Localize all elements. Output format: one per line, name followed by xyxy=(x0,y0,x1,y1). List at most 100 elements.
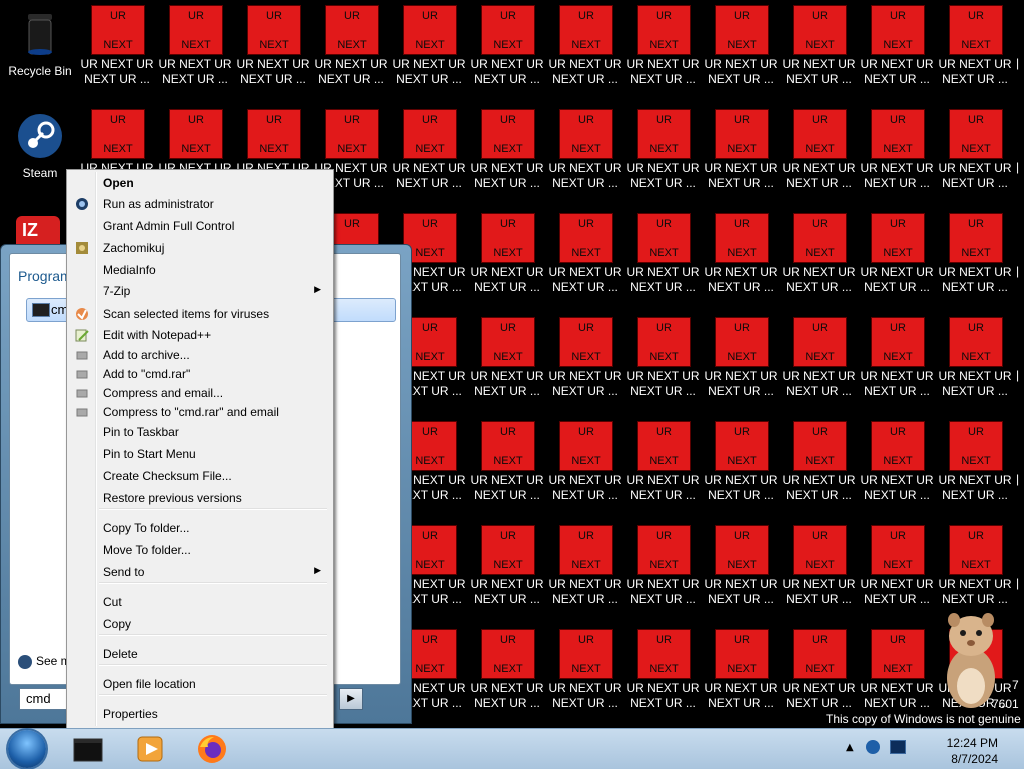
desktop-shortcut[interactable]: UR NEXT UR NEXT URNEXT UR ... xyxy=(79,0,155,104)
desktop-shortcut[interactable]: UR NEXT UR NEXT URNEXT UR ... xyxy=(625,104,701,208)
desktop-shortcut-label: UR NEXT URNEXT UR ... xyxy=(626,369,700,398)
menu-item-delete[interactable]: Delete xyxy=(69,644,331,664)
desktop-shortcut[interactable]: UR NEXT UR NEXT URNEXT UR ... xyxy=(859,104,935,208)
desktop-shortcut[interactable]: UR NEXT UR NEXT URNEXT UR ... xyxy=(469,416,545,520)
clock-time[interactable]: 12:24 PM xyxy=(947,736,998,750)
desktop-shortcut[interactable]: UR NEXT UR NEXT URNEXT UR ... xyxy=(547,416,623,520)
menu-item-copy-to-folder[interactable]: Copy To folder... xyxy=(69,518,331,538)
desktop-shortcut[interactable]: UR NEXT UR NEXT URNEXT UR ... xyxy=(703,0,779,104)
desktop-shortcut[interactable]: UR NEXT UR NEXT URNEXT UR ... xyxy=(781,0,857,104)
desktop-shortcut[interactable]: UR NEXT UR NEXT URNEXT UR ... xyxy=(235,0,311,104)
desktop-shortcut[interactable]: UR NEXT UR NEXT URNEXT UR ... xyxy=(625,208,701,312)
menu-item-pin-to-taskbar[interactable]: Pin to Taskbar xyxy=(69,422,331,442)
taskbar-media-player-button[interactable] xyxy=(134,733,166,765)
clock-date[interactable]: 8/7/2024 xyxy=(951,752,998,766)
ur-next-tile-icon: UR NEXT xyxy=(794,6,846,54)
desktop-shortcut[interactable]: UR NEXT UR NEXT URNEXT UR ... xyxy=(547,208,623,312)
menu-item-compress-and-email[interactable]: Compress and email... xyxy=(69,383,331,403)
desktop-shortcut[interactable]: UR NEXT UR NEXT URNEXT UR ... xyxy=(781,312,857,416)
desktop-shortcut[interactable]: UR NEXT UR NEXT URNEXT UR ... xyxy=(703,520,779,624)
tile-bottom-text: NEXT xyxy=(103,143,133,155)
desktop-shortcut[interactable]: UR NEXT UR NEXT URNEXT UR ... xyxy=(859,208,935,312)
ur-next-tile-icon: UR NEXT xyxy=(794,422,846,470)
menu-item-open[interactable]: Open xyxy=(69,173,331,193)
menu-item-label: 7-Zip xyxy=(103,284,131,298)
menu-item-scan-selected-items-for-viruses[interactable]: Scan selected items for viruses xyxy=(69,304,331,324)
menu-item-copy[interactable]: Copy xyxy=(69,614,331,634)
desktop-shortcut[interactable]: UR NEXT UR NEXT URNEXT UR ... xyxy=(469,208,545,312)
desktop-shortcut[interactable]: UR NEXT UR NEXT URNEXT UR ... xyxy=(469,104,545,208)
desktop-shortcut[interactable]: UR NEXT UR NEXT URNEXT UR ... xyxy=(157,0,233,104)
desktop-shortcut[interactable]: UR NEXT UR NEXT URNEXT UR ... xyxy=(781,104,857,208)
menu-item-restore-previous-versions[interactable]: Restore previous versions xyxy=(69,488,331,508)
menu-item-send-to[interactable]: Send to ▶ xyxy=(69,562,331,582)
desktop-shortcut[interactable]: UR NEXT UR NEXT URNEXT UR ... xyxy=(937,104,1013,208)
menu-item-add-to-cmd-rar[interactable]: Add to "cmd.rar" xyxy=(69,364,331,384)
desktop-shortcut[interactable]: UR NEXT UR NEXT URNEXT UR ... xyxy=(937,312,1013,416)
desktop-shortcut[interactable]: UR NEXT UR NEXT URNEXT UR ... xyxy=(703,624,779,728)
menu-item-cut[interactable]: Cut xyxy=(69,592,331,612)
desktop-shortcut[interactable]: UR NEXT UR NEXT URNEXT UR ... xyxy=(469,624,545,728)
desktop-shortcut[interactable]: UR NEXT UR NEXT URNEXT UR ... xyxy=(703,312,779,416)
start-button[interactable] xyxy=(8,730,46,768)
desktop-shortcut[interactable]: UR NEXT UR NEXT URNEXT UR ... xyxy=(937,416,1013,520)
desktop-shortcut[interactable]: UR NEXT UR NEXT URNEXT UR ... xyxy=(547,104,623,208)
desktop-shortcut[interactable]: UR NEXT UR NEXT URNEXT UR ... xyxy=(859,0,935,104)
desktop-shortcut[interactable]: UR NEXT UR NEXT URNEXT UR ... xyxy=(781,416,857,520)
display-icon[interactable] xyxy=(890,740,906,754)
desktop-shortcut[interactable]: UR NEXT UR NEXT URNEXT UR ... xyxy=(625,520,701,624)
desktop-shortcut[interactable]: UR NEXT UR NEXT URNEXT UR ... xyxy=(313,0,389,104)
desktop-shortcut-label: UR NEXT URNEXT UR ... xyxy=(782,577,856,606)
menu-item-7-zip[interactable]: 7-Zip ▶ xyxy=(69,281,331,301)
desktop-shortcut[interactable]: UR NEXT UR NEXT URNEXT UR ... xyxy=(625,0,701,104)
desktop-shortcut[interactable]: UR NEXT UR NEXT URNEXT UR ... xyxy=(547,0,623,104)
menu-item-open-file-location[interactable]: Open file location xyxy=(69,674,331,694)
desktop-shortcut[interactable]: UR NEXT UR NEXT URNEXT UR ... xyxy=(547,312,623,416)
recycle-bin-label: Recycle Bin xyxy=(8,64,72,78)
menu-item-mediainfo[interactable]: MediaInfo xyxy=(69,260,331,280)
menu-item-edit-with-notepad[interactable]: Edit with Notepad++ xyxy=(69,325,331,345)
menu-item-pin-to-start-menu[interactable]: Pin to Start Menu xyxy=(69,444,331,464)
desktop-shortcut[interactable]: UR NEXT UR NEXT URNEXT UR ... xyxy=(937,208,1013,312)
shutdown-options-button[interactable]: ▶ xyxy=(339,688,363,710)
desktop-shortcut[interactable]: UR NEXT UR NEXT URNEXT UR ... xyxy=(937,0,1013,104)
desktop-shortcut[interactable]: UR NEXT UR NEXT URNEXT UR ... xyxy=(391,104,467,208)
desktop-shortcut[interactable]: UR NEXT UR NEXT URNEXT UR ... xyxy=(547,624,623,728)
menu-item-zachomikuj[interactable]: Zachomikuj xyxy=(69,238,331,258)
ur-next-tile-icon: UR NEXT xyxy=(170,6,222,54)
desktop-shortcut[interactable]: UR NEXT UR NEXT URNEXT UR ... xyxy=(625,624,701,728)
tile-top-text: UR xyxy=(500,218,516,230)
desktop-shortcut[interactable]: UR NEXT UR NEXT URNEXT UR ... xyxy=(859,312,935,416)
menu-item-move-to-folder[interactable]: Move To folder... xyxy=(69,540,331,560)
desktop-shortcut[interactable]: UR NEXT UR NEXT URNEXT UR ... xyxy=(703,104,779,208)
taskbar-firefox-button[interactable] xyxy=(196,733,228,765)
desktop-shortcut[interactable]: UR NEXT UR NEXT URNEXT UR ... xyxy=(703,416,779,520)
desktop-shortcut-label: UR NEXT URNEXT UR ... xyxy=(782,369,856,398)
menu-item-create-checksum-file[interactable]: Create Checksum File... xyxy=(69,466,331,486)
menu-item-run-as-administrator[interactable]: Run as administrator xyxy=(69,194,331,214)
desktop-shortcut[interactable]: UR NEXT UR NEXT URNEXT UR ... xyxy=(469,520,545,624)
desktop-shortcut[interactable]: UR NEXT UR NEXT URNEXT UR ... xyxy=(703,208,779,312)
menu-item-add-to-archive[interactable]: Add to archive... xyxy=(69,345,331,365)
recycle-bin-shortcut[interactable]: Recycle Bin xyxy=(2,8,78,78)
desktop-shortcut[interactable]: UR NEXT UR NEXT URNEXT UR ... xyxy=(781,520,857,624)
app-shortcut-partial-icon[interactable]: IZ xyxy=(16,216,60,244)
desktop-shortcut[interactable]: UR NEXT UR NEXT URNEXT UR ... xyxy=(859,416,935,520)
show-hidden-icons-chevron-icon[interactable]: ▲ xyxy=(846,742,854,753)
menu-item-label: Properties xyxy=(103,707,158,721)
menu-item-properties[interactable]: Properties xyxy=(69,704,331,724)
desktop-shortcut[interactable]: UR NEXT UR NEXT URNEXT UR ... xyxy=(781,208,857,312)
menu-item-grant-admin-full-control[interactable]: Grant Admin Full Control xyxy=(69,216,331,236)
desktop-shortcut[interactable]: UR NEXT UR NEXT URNEXT UR ... xyxy=(625,312,701,416)
ur-next-tile-icon: UR NEXT xyxy=(638,422,690,470)
desktop-shortcut[interactable]: UR NEXT UR NEXT URNEXT UR ... xyxy=(469,0,545,104)
network-icon[interactable] xyxy=(866,740,880,754)
desktop-shortcut[interactable]: UR NEXT UR NEXT URNEXT UR ... xyxy=(469,312,545,416)
desktop-shortcut[interactable]: UR NEXT UR NEXT URNEXT UR ... xyxy=(625,416,701,520)
desktop-shortcut[interactable]: UR NEXT UR NEXT URNEXT UR ... xyxy=(859,520,935,624)
menu-item-compress-to-cmd-rar-and-email[interactable]: Compress to "cmd.rar" and email xyxy=(69,402,331,422)
taskbar-cmd-button[interactable] xyxy=(72,733,104,765)
desktop-shortcut[interactable]: UR NEXT UR NEXT URNEXT UR ... xyxy=(391,0,467,104)
desktop-shortcut[interactable]: UR NEXT UR NEXT URNEXT UR ... xyxy=(547,520,623,624)
ur-next-tile-icon: UR NEXT xyxy=(716,630,768,678)
